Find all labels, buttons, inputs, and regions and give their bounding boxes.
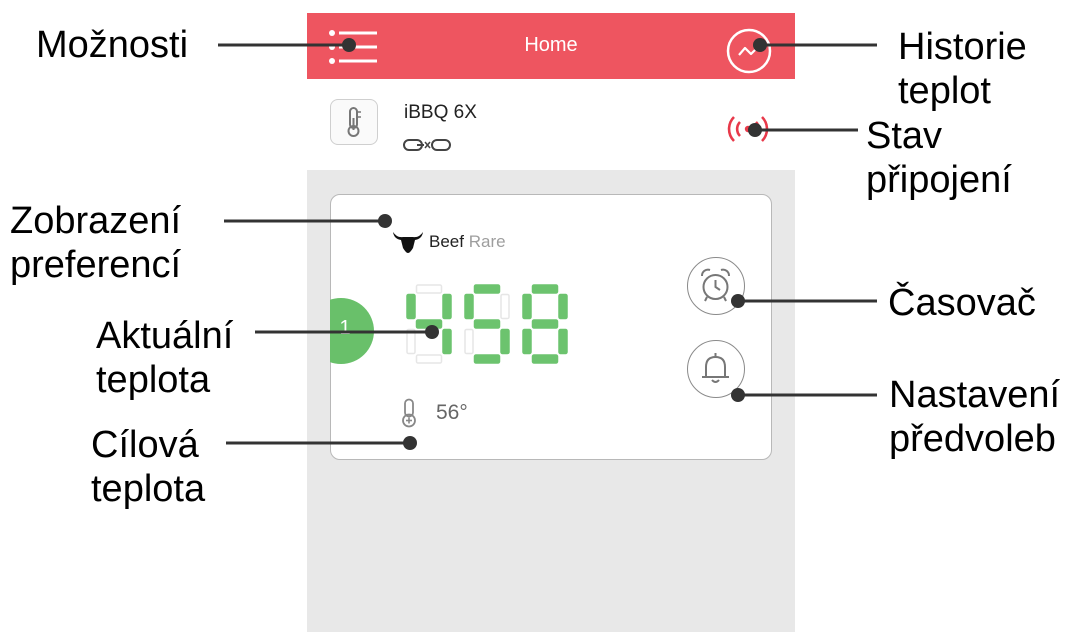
callout-options: Možnosti <box>36 24 189 66</box>
callout-target-temp: Cílová teplota <box>91 424 206 510</box>
callout-current-temp: Aktuální teplota <box>96 315 234 401</box>
callout-presets: Nastavení předvoleb <box>889 374 1061 460</box>
callout-timer: Časovač <box>888 282 1036 324</box>
callout-connection: Stav připojení <box>866 115 1012 201</box>
callout-preferences: Zobrazení preferencí <box>10 200 182 286</box>
callout-history: Historie teplot <box>898 26 1027 112</box>
